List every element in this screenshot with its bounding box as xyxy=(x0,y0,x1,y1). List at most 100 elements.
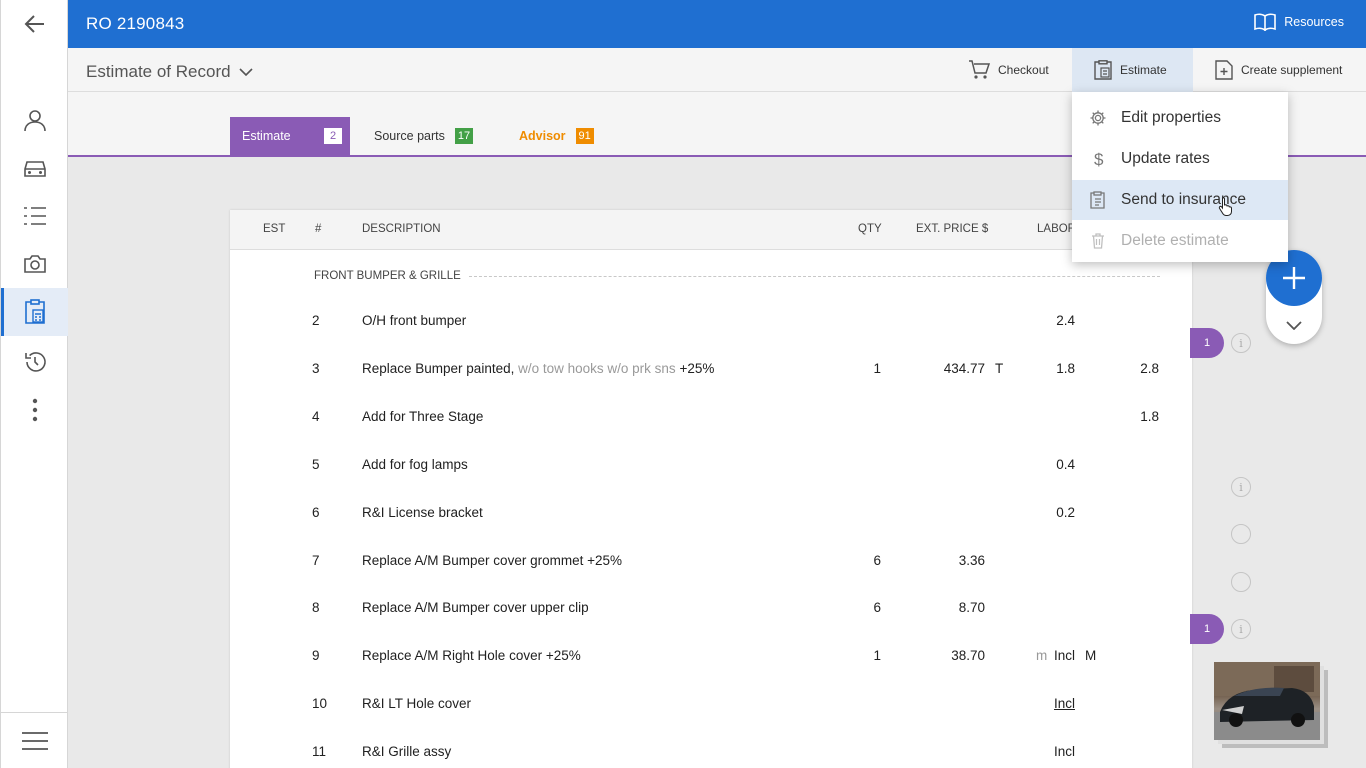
clipboard-calculator-icon xyxy=(1094,60,1112,80)
table-row[interactable]: 5 Add for fog lamps 0.4 xyxy=(230,453,1192,477)
line-qty: 1 xyxy=(873,361,881,376)
tab-source-parts-count: 17 xyxy=(454,128,474,144)
estimate-title: Estimate of Record xyxy=(86,62,231,81)
rail-list-button[interactable] xyxy=(1,192,68,240)
line-ext-price: 8.70 xyxy=(958,600,985,615)
tab-advisor-label: Advisor xyxy=(519,129,566,143)
info-icon[interactable]: i xyxy=(1231,333,1251,353)
line-number: 3 xyxy=(312,361,320,376)
line-labor-hours: Incl xyxy=(1053,744,1075,759)
line-paint-hours: 1.8 xyxy=(1140,409,1159,424)
vehicle-photo-thumbnail xyxy=(1214,662,1320,740)
table-row[interactable]: 3 Replace Bumper painted, w/o tow hooks w… xyxy=(230,357,1192,381)
line-description: Add for Three Stage xyxy=(362,409,484,424)
rail-estimate-button[interactable] xyxy=(1,288,68,336)
line-note-badge[interactable]: 1 xyxy=(1190,328,1224,358)
estimate-dropdown-menu: Edit properties $ Update rates Send to i… xyxy=(1072,92,1288,262)
line-number: 5 xyxy=(312,457,320,472)
table-row[interactable]: 9 Replace A/M Right Hole cover +25% 1 38.70… xyxy=(230,644,1192,668)
rail-more-button[interactable] xyxy=(1,386,68,434)
estimate-toolbar: Estimate of Record Checkout Estimate Cre… xyxy=(68,48,1366,92)
line-number: 2 xyxy=(312,313,320,328)
chevron-down-icon xyxy=(1286,320,1302,330)
menu-item-label: Edit properties xyxy=(1121,109,1221,126)
clipboard-calculator-icon xyxy=(24,299,45,324)
line-number: 8 xyxy=(312,600,320,615)
menu-item-edit-properties[interactable]: Edit properties xyxy=(1072,98,1288,138)
line-description: Add for fog lamps xyxy=(362,457,468,472)
line-note-badge[interactable]: 1 xyxy=(1190,614,1224,644)
expand-fab-button[interactable] xyxy=(1266,310,1322,340)
table-row[interactable]: 8 Replace A/M Bumper cover upper clip 6 8.7… xyxy=(230,596,1192,620)
table-row[interactable]: 10 R&I LT Hole cover Incl xyxy=(230,692,1192,716)
empty-status-icon[interactable] xyxy=(1231,524,1251,544)
line-qty: 6 xyxy=(873,553,881,568)
user-icon xyxy=(23,110,46,132)
header-labor: LABOR xyxy=(1037,223,1076,235)
line-number: 9 xyxy=(312,648,320,663)
menu-item-update-rates[interactable]: $ Update rates xyxy=(1072,139,1288,179)
tab-advisor[interactable]: Advisor 91 xyxy=(519,117,602,155)
line-number: 7 xyxy=(312,553,320,568)
table-row[interactable]: 2 O/H front bumper 2.4 xyxy=(230,309,1192,333)
line-description: R&I License bracket xyxy=(362,505,483,520)
vehicle-photo-stack[interactable] xyxy=(1214,662,1328,748)
rail-history-button[interactable] xyxy=(1,338,68,386)
menu-item-delete-estimate[interactable]: Delete estimate xyxy=(1072,221,1288,261)
line-labor-hours: 2.4 xyxy=(1056,313,1075,328)
camera-icon xyxy=(23,255,46,273)
line-description: Replace Bumper painted, xyxy=(362,361,515,376)
info-icon[interactable]: i xyxy=(1231,619,1251,639)
add-line-fab-group xyxy=(1266,250,1322,344)
line-labor-hours: 0.4 xyxy=(1056,457,1075,472)
create-supplement-button[interactable]: Create supplement xyxy=(1205,48,1352,92)
gear-icon xyxy=(1090,110,1106,126)
line-labor-code: m xyxy=(1036,648,1048,663)
chevron-down-icon xyxy=(238,68,253,76)
rail-vehicle-button[interactable] xyxy=(1,144,68,192)
hand-pointer-cursor-icon xyxy=(1218,197,1232,216)
line-description: Replace A/M Bumper cover grommet +25% xyxy=(362,553,622,568)
estimate-selector[interactable]: Estimate of Record xyxy=(86,62,253,82)
menu-item-send-to-insurance[interactable]: Send to insurance xyxy=(1072,180,1288,220)
estimate-menu-button[interactable]: Estimate xyxy=(1072,48,1193,92)
table-row[interactable]: 6 R&I License bracket 0.2 xyxy=(230,501,1192,525)
checkout-button[interactable]: Checkout xyxy=(958,48,1059,92)
left-rail xyxy=(0,0,68,768)
checkout-label: Checkout xyxy=(998,63,1049,77)
tab-estimate[interactable]: Estimate 2 xyxy=(230,117,350,155)
more-vertical-icon xyxy=(32,398,37,422)
back-arrow-icon xyxy=(24,15,44,33)
history-icon xyxy=(24,352,46,372)
line-number: 4 xyxy=(312,409,320,424)
table-header: EST # DESCRIPTION QTY EXT. PRICE $ LABOR xyxy=(230,210,1192,250)
table-row[interactable]: 7 Replace A/M Bumper cover grommet +25% 6 3… xyxy=(230,549,1192,573)
table-row[interactable]: 4 Add for Three Stage 1.8 xyxy=(230,405,1192,429)
line-description-note: w/o tow hooks w/o prk sns xyxy=(518,361,676,376)
section-header: FRONT BUMPER & GRILLE xyxy=(314,270,1160,282)
empty-status-icon[interactable] xyxy=(1231,572,1251,592)
dollar-icon: $ xyxy=(1094,150,1104,168)
line-qty: 1 xyxy=(873,648,881,663)
line-description: Replace A/M Bumper cover upper clip xyxy=(362,600,589,615)
tab-source-parts[interactable]: Source parts 17 xyxy=(374,117,481,155)
back-button[interactable] xyxy=(1,0,68,48)
header-est: EST xyxy=(263,223,286,235)
rail-menu-button[interactable] xyxy=(1,712,68,768)
rail-customer-button[interactable] xyxy=(1,96,68,144)
line-description-suffix: +25% xyxy=(679,361,715,376)
resources-button[interactable]: Resources xyxy=(1254,13,1344,31)
table-row[interactable]: 11 R&I Grille assy Incl xyxy=(230,740,1192,764)
resources-label: Resources xyxy=(1284,15,1344,29)
car-icon xyxy=(23,161,46,177)
section-title: FRONT BUMPER & GRILLE xyxy=(314,270,461,282)
line-ext-price: 434.77 xyxy=(943,361,985,376)
info-icon[interactable]: i xyxy=(1231,477,1251,497)
line-labor-hours: Incl xyxy=(1053,696,1075,711)
rail-photos-button[interactable] xyxy=(1,240,68,288)
list-icon xyxy=(23,207,46,225)
line-description: Replace A/M Right Hole cover +25% xyxy=(362,648,581,663)
menu-item-label: Delete estimate xyxy=(1121,232,1229,249)
header-ext-price: EXT. PRICE $ xyxy=(916,223,989,235)
line-qty: 6 xyxy=(873,600,881,615)
